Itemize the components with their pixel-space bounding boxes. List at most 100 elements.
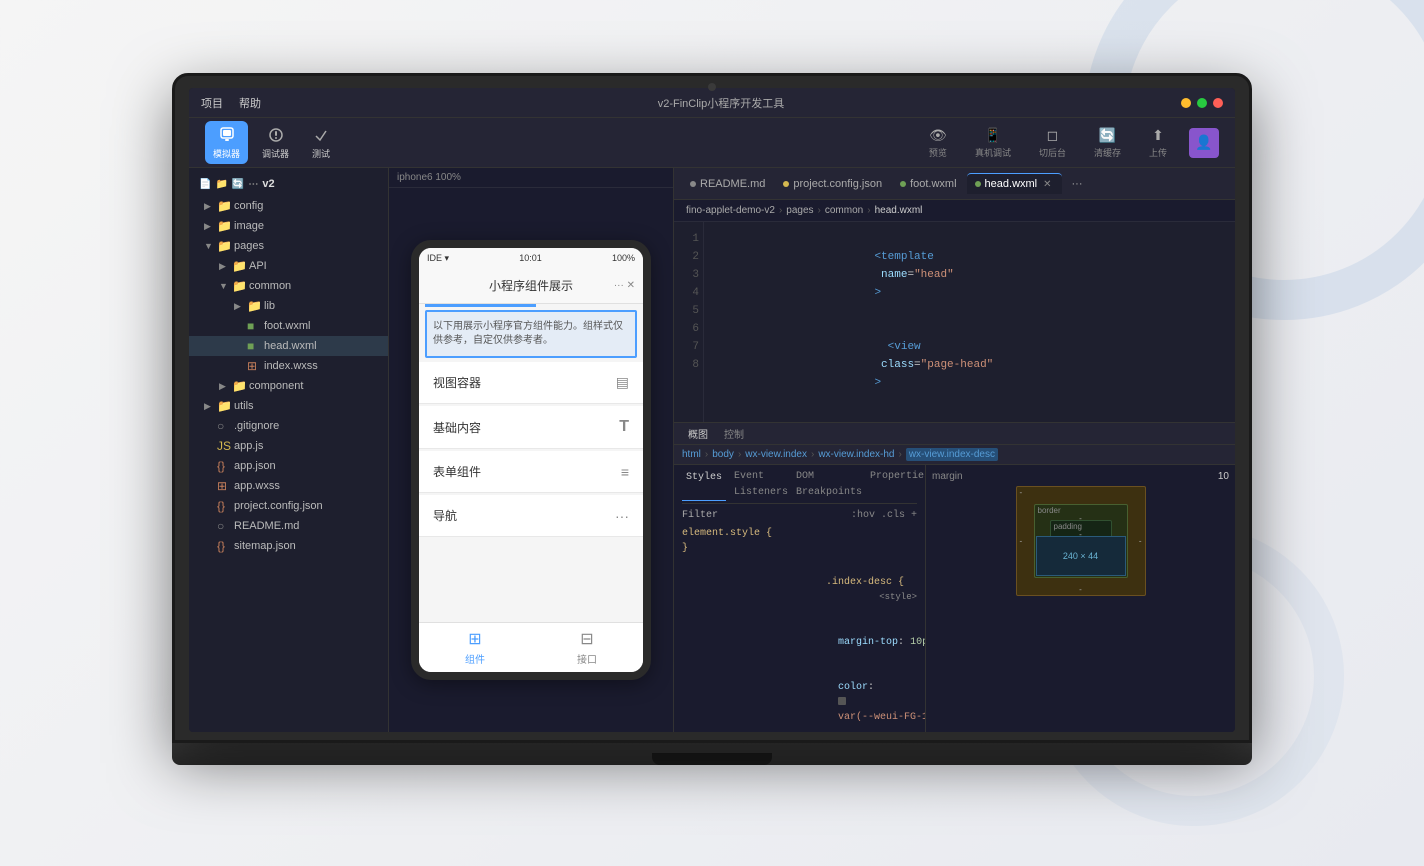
preview-header: iphone6 100% (389, 168, 673, 188)
bc-wx-view-index-hd[interactable]: wx-view.index-hd (818, 449, 894, 460)
debug-button[interactable]: 调试器 (254, 121, 297, 164)
arrow-common: ▼ (219, 281, 229, 291)
tree-file-head-wxml[interactable]: ▶ ■ head.wxml (189, 336, 388, 356)
bc-body[interactable]: body (712, 449, 734, 460)
tree-folder-image[interactable]: ▶ 📁 image (189, 216, 388, 236)
preview-device-label: iphone6 100% (397, 172, 461, 183)
tree-folder-api[interactable]: ▶ 📁 API (189, 256, 388, 276)
tree-folder-utils[interactable]: ▶ 📁 utils (189, 396, 388, 416)
clear-cache-action[interactable]: 🔄 清缓存 (1088, 125, 1127, 161)
tree-file-index-wxss[interactable]: ▶ ⊞ index.wxss (189, 356, 388, 376)
real-machine-icon: 📱 (984, 127, 1001, 144)
tree-file-readme[interactable]: ▶ ○ README.md (189, 516, 388, 536)
menu-help[interactable]: 帮助 (239, 95, 261, 111)
bc-html[interactable]: html (682, 449, 701, 460)
phone-tab-interface[interactable]: ⊟ 接口 (531, 629, 643, 666)
tree-file-gitignore[interactable]: ▶ ○ .gitignore (189, 416, 388, 436)
breadcrumb: fino-applet-demo-v2 › pages › common › h… (674, 200, 1235, 222)
explorer-icons: 📄📁🔄⋯ (199, 179, 258, 190)
devtools-tab-props[interactable]: 控制 (718, 424, 750, 443)
menu-project[interactable]: 项目 (201, 95, 223, 111)
styles-tab-props[interactable]: Properties (870, 469, 925, 501)
tree-file-projectconfig[interactable]: ▶ {} project.config.json (189, 496, 388, 516)
folder-pages-label: pages (234, 240, 264, 252)
tab-readme[interactable]: README.md (682, 174, 773, 194)
box-content-dims: 240 × 44 (1063, 551, 1098, 561)
box-model-margin-val: 10 (1218, 471, 1229, 482)
preview-label: 预览 (929, 146, 947, 159)
file-readme-label: README.md (234, 520, 299, 532)
test-button[interactable]: 测试 (303, 121, 339, 164)
list-item-form[interactable]: 表单组件 ≡ (419, 451, 643, 493)
tab-foot-wxml[interactable]: foot.wxml (892, 174, 964, 194)
explorer-root[interactable]: 📄📁🔄⋯ v2 (189, 172, 388, 196)
upload-action[interactable]: ⬆ 上传 (1143, 125, 1173, 161)
tab-readme-label: README.md (700, 178, 765, 190)
box-model-margin-label: margin (932, 471, 963, 482)
element-breadcrumb: html › body › wx-view.index › wx-view.in… (674, 445, 1235, 465)
list-item-views[interactable]: 视图容器 ▤ (419, 362, 643, 404)
list-item-form-icon: ≡ (621, 464, 629, 480)
editor-tabs: README.md project.config.json (674, 168, 1235, 200)
laptop-base (172, 743, 1252, 765)
tab-head-wxml[interactable]: head.wxml ✕ (967, 173, 1062, 194)
styles-tab-dom-break[interactable]: DOM Breakpoints (796, 469, 862, 501)
tab-more-button[interactable]: ··· (1068, 174, 1087, 194)
right-section: iphone6 100% IDE ▾ 10:01 100% (389, 168, 1235, 732)
bc-wx-view-index-desc[interactable]: wx-view.index-desc (906, 448, 998, 461)
close-button[interactable] (1213, 98, 1223, 108)
devtools-filter-row: Filter :hov .cls + (682, 508, 917, 524)
folder-icon-image: 📁 (217, 219, 231, 233)
tab-projectconfig[interactable]: project.config.json (775, 174, 890, 194)
tree-file-sitemap[interactable]: ▶ {} sitemap.json (189, 536, 388, 556)
simulate-button[interactable]: 模拟器 (205, 121, 248, 164)
preview-action[interactable]: 👁 预览 (923, 125, 953, 161)
title-bar: 项目 帮助 v2-FinClip小程序开发工具 (189, 88, 1235, 118)
folder-icon-common: 📁 (232, 279, 246, 293)
laptop-screen-outer: 项目 帮助 v2-FinClip小程序开发工具 (172, 73, 1252, 743)
tree-folder-component[interactable]: ▶ 📁 component (189, 376, 388, 396)
minimize-button[interactable] (1181, 98, 1191, 108)
tree-folder-pages[interactable]: ▼ 📁 pages (189, 236, 388, 256)
file-projectconfig-label: project.config.json (234, 500, 323, 512)
real-machine-action[interactable]: 📱 真机调试 (969, 125, 1017, 161)
devtools-tab-graph[interactable]: 概图 (682, 424, 714, 443)
cut-backend-action[interactable]: ◻ 切后台 (1033, 125, 1072, 161)
test-icon (311, 125, 331, 145)
list-item-nav[interactable]: 导航 ··· (419, 495, 643, 537)
line-num-4: 4 (678, 284, 699, 302)
tree-folder-lib[interactable]: ▶ 📁 lib (189, 296, 388, 316)
upload-label: 上传 (1149, 146, 1167, 159)
phone-title-bar: 小程序组件展示 ··· ✕ (419, 268, 643, 304)
user-avatar[interactable]: 👤 (1189, 128, 1219, 158)
maximize-button[interactable] (1197, 98, 1207, 108)
phone-tab-components[interactable]: ⊞ 组件 (419, 629, 531, 666)
tree-file-appjs[interactable]: ▶ JS app.js (189, 436, 388, 456)
upload-icon: ⬆ (1152, 127, 1164, 144)
folder-icon-component: 📁 (232, 379, 246, 393)
tab-projectconfig-label: project.config.json (793, 178, 882, 190)
file-head-label: head.wxml (264, 340, 317, 352)
bc-wx-view-index[interactable]: wx-view.index (745, 449, 807, 460)
tree-file-foot-wxml[interactable]: ▶ ■ foot.wxml (189, 316, 388, 336)
styles-tab-events[interactable]: Event Listeners (734, 469, 788, 501)
selected-element-wrapper: wx-view.index-desc 240 × 44 以下用展示小程序官方组件… (425, 310, 637, 358)
clear-cache-icon: 🔄 (1099, 127, 1116, 144)
tab-dot-projectconfig (783, 181, 789, 187)
tab-head-close[interactable]: ✕ (1041, 179, 1053, 190)
app-title: v2-FinClip小程序开发工具 (261, 95, 1181, 111)
element-tooltip: wx-view.index-desc 240 × 44 (425, 304, 536, 307)
folder-utils-label: utils (234, 400, 254, 412)
tab-components-icon: ⊞ (468, 629, 481, 649)
tab-dot-head (975, 181, 981, 187)
bc-sep-2: › (818, 205, 821, 216)
tree-file-appwxss[interactable]: ▶ ⊞ app.wxss (189, 476, 388, 496)
tree-folder-common[interactable]: ▼ 📁 common (189, 276, 388, 296)
tree-file-appjson[interactable]: ▶ {} app.json (189, 456, 388, 476)
styles-tab-styles[interactable]: Styles (682, 469, 726, 501)
devtools-panel: 概图 控制 html › body › (674, 422, 1235, 732)
line-num-7: 7 (678, 338, 699, 356)
file-appjson-label: app.json (234, 460, 276, 472)
list-item-basic[interactable]: 基础内容 T (419, 406, 643, 449)
tree-folder-config[interactable]: ▶ 📁 config (189, 196, 388, 216)
